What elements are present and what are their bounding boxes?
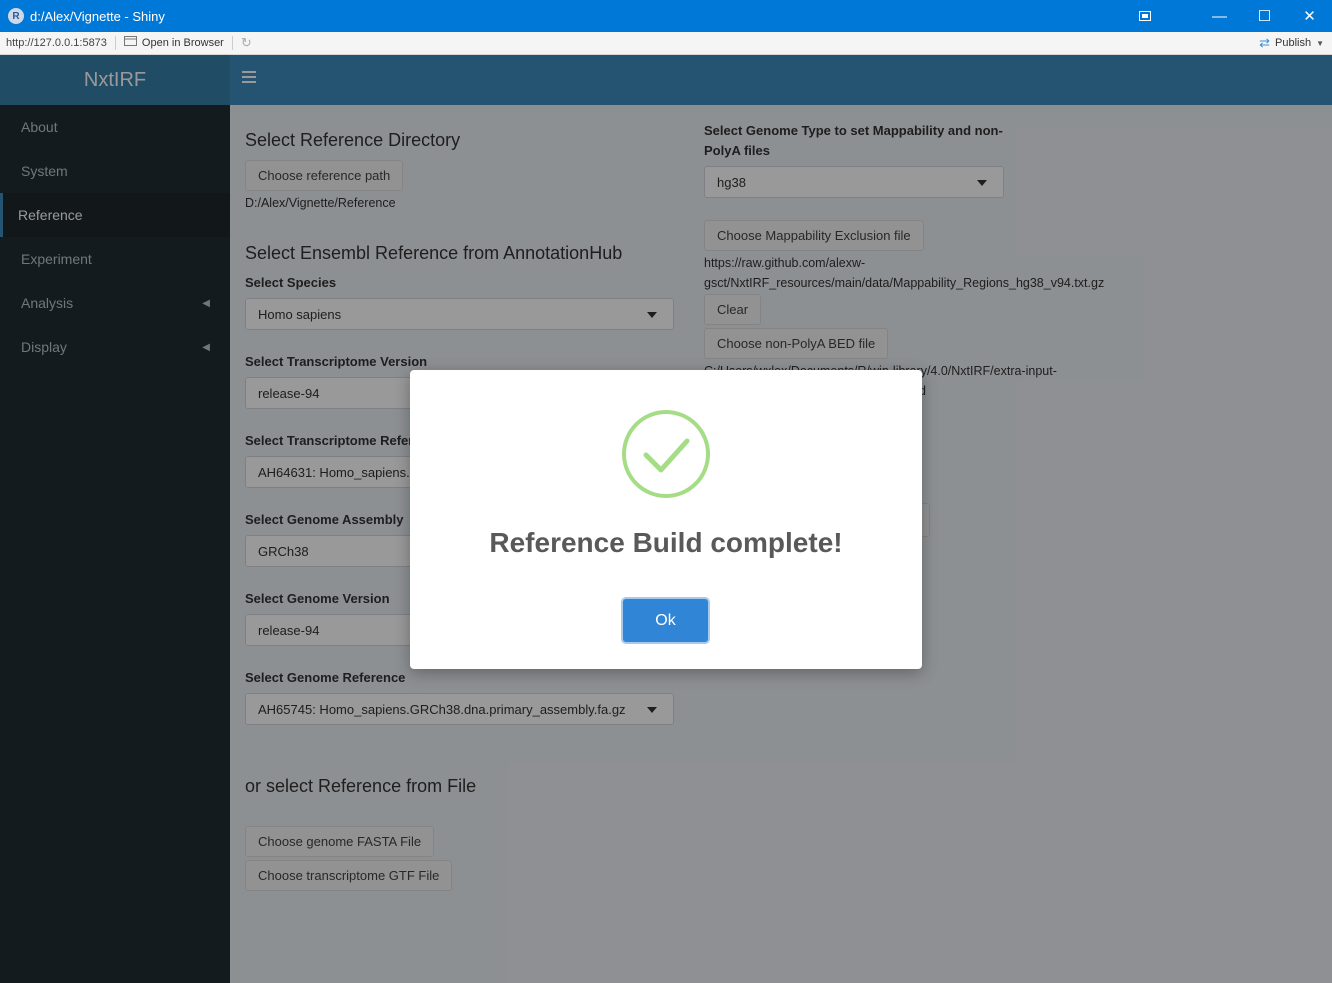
refresh-icon[interactable]: ↻ — [241, 35, 252, 51]
window-controls: — ☐ ✕ — [1125, 0, 1332, 32]
window-title: d:/Alex/Vignette - Shiny — [30, 8, 165, 24]
success-dialog: Reference Build complete! Ok — [410, 370, 922, 669]
publish-label: Publish — [1275, 37, 1312, 49]
dialog-title: Reference Build complete! — [489, 527, 843, 558]
open-in-browser-label: Open in Browser — [141, 37, 224, 49]
open-in-browser-button[interactable]: Open in Browser — [123, 36, 224, 50]
publish-button[interactable]: ⇄ Publish ▼ — [1259, 35, 1324, 51]
maximize-button[interactable]: ☐ — [1242, 0, 1287, 32]
window-title-bar: R d:/Alex/Vignette - Shiny — ☐ ✕ — [0, 0, 1332, 32]
browser-icon — [123, 36, 138, 50]
success-check-icon — [622, 410, 710, 498]
toolbar-divider — [114, 36, 116, 50]
close-button[interactable]: ✕ — [1287, 0, 1332, 32]
chevron-down-icon: ▼ — [1316, 38, 1324, 48]
viewer-popout-icon[interactable] — [1125, 0, 1165, 32]
minimize-button[interactable]: — — [1197, 0, 1242, 32]
toolbar-divider — [231, 36, 233, 50]
ok-button[interactable]: Ok — [621, 597, 710, 644]
url-display: http://127.0.0.1:5873 — [6, 37, 107, 49]
r-app-icon: R — [8, 8, 24, 24]
viewer-toolbar: http://127.0.0.1:5873 Open in Browser ↻ … — [0, 32, 1332, 55]
publish-icon: ⇄ — [1259, 35, 1270, 50]
